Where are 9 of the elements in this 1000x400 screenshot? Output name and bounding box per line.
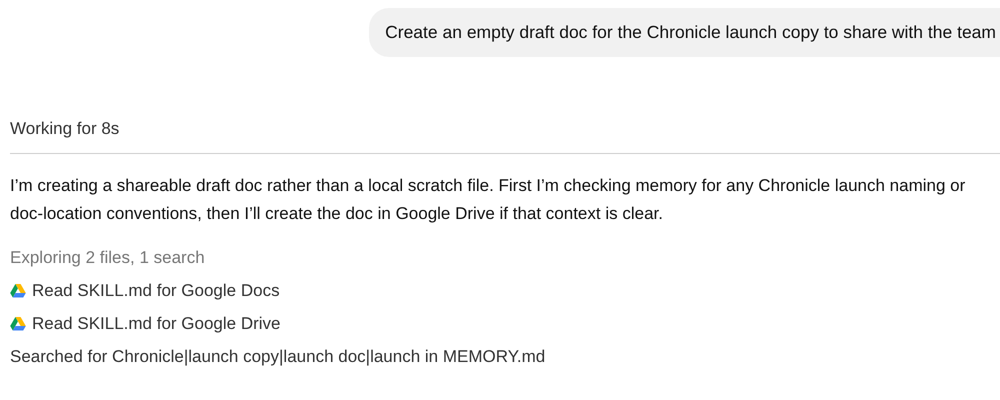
step-text: Read SKILL.md for Google Docs bbox=[32, 281, 280, 301]
reply-text: I’m creating a shareable draft doc rather than a local scratch file. First I’m checking memory for any Chronicle launch naming or doc-location conventions, then I’ll create the doc in Google Drive if that context is clear. bbox=[10, 175, 966, 225]
user-message: Create an empty draft doc for the Chronicle launch copy to share with the team bbox=[369, 8, 1000, 57]
drive-icon bbox=[10, 317, 26, 331]
step-text: Read SKILL.md for Google Drive bbox=[32, 314, 281, 334]
step-text: Searched for Chronicle|launch copy|launch doc|launch in MEMORY.md bbox=[10, 347, 546, 367]
status-text: Working for 8s bbox=[10, 119, 120, 139]
activity-title: Exploring 2 files, 1 search bbox=[10, 248, 206, 268]
drive-icon bbox=[10, 284, 26, 298]
